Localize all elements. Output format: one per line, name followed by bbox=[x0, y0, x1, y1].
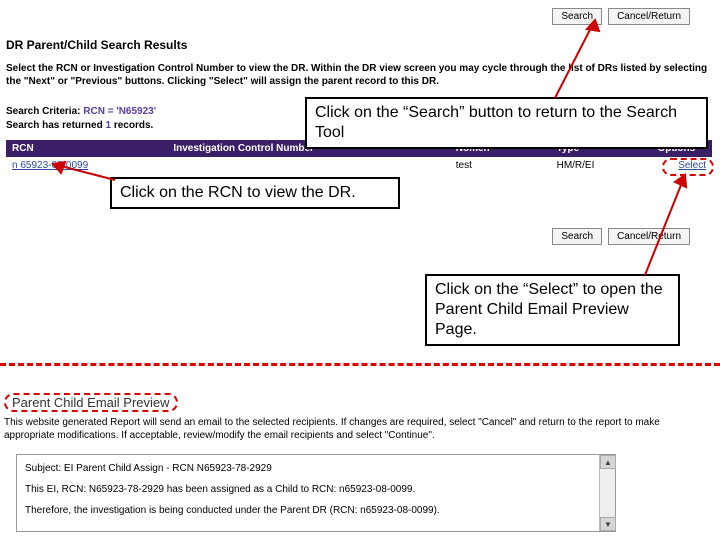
scroll-thumb[interactable] bbox=[600, 469, 615, 517]
cancel-return-button[interactable]: Cancel/Return bbox=[608, 8, 690, 25]
email-subject-label: Subject: bbox=[25, 463, 61, 474]
preview-title: Parent Child Email Preview bbox=[4, 393, 178, 412]
arrow-to-search-button bbox=[495, 15, 615, 100]
arrow-to-select bbox=[640, 170, 700, 280]
preview-description: This website generated Report will send … bbox=[4, 416, 708, 442]
search-criteria: Search Criteria: RCN = 'N65923' bbox=[6, 106, 156, 117]
returned-number: 1 bbox=[106, 120, 112, 131]
email-preview-box: Subject: EI Parent Child Assign - RCN N6… bbox=[16, 454, 616, 532]
search-button-2[interactable]: Search bbox=[552, 228, 602, 245]
scroll-up-icon[interactable]: ▲ bbox=[600, 455, 616, 469]
email-scrollbar[interactable]: ▲ ▼ bbox=[599, 455, 615, 531]
callout-rcn: Click on the RCN to view the DR. bbox=[110, 177, 400, 209]
arrow-to-rcn bbox=[45, 160, 125, 185]
section-divider bbox=[0, 363, 720, 366]
criteria-value: RCN = 'N65923' bbox=[83, 106, 156, 117]
callout-search: Click on the “Search” button to return t… bbox=[305, 97, 708, 149]
email-subject-value: EI Parent Child Assign - RCN N65923-78-2… bbox=[64, 463, 272, 474]
returned-suffix: records. bbox=[114, 120, 153, 131]
callout-select: Click on the “Select” to open the Parent… bbox=[425, 274, 680, 346]
criteria-label: Search Criteria: bbox=[6, 106, 80, 117]
email-body-line1: This EI, RCN: N65923-78-2929 has been as… bbox=[25, 482, 607, 497]
email-body-line2: Therefore, the investigation is being co… bbox=[25, 503, 607, 518]
returned-prefix: Search has returned bbox=[6, 120, 103, 131]
scroll-down-icon[interactable]: ▼ bbox=[600, 517, 616, 531]
cell-icn bbox=[167, 157, 449, 174]
page-title: DR Parent/Child Search Results bbox=[6, 38, 187, 52]
returned-count: Search has returned 1 records. bbox=[6, 120, 153, 131]
col-rcn: RCN bbox=[6, 140, 167, 157]
cell-nomen: test bbox=[450, 157, 551, 174]
cell-type: HM/R/EI bbox=[551, 157, 652, 174]
